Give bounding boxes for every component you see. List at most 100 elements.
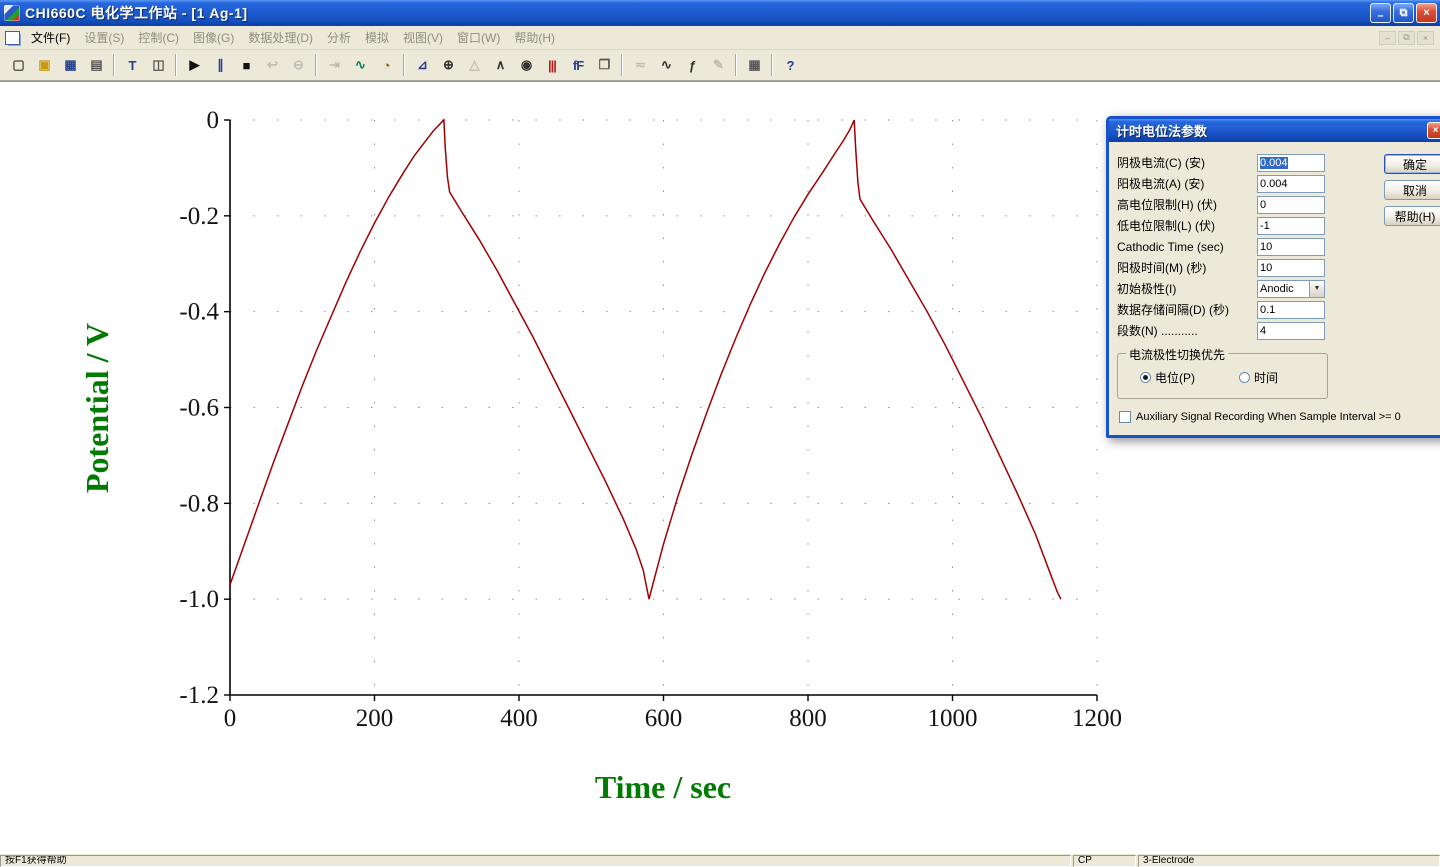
- save-icon[interactable]: ▦: [58, 53, 82, 77]
- sine-wave-icon[interactable]: ∿: [654, 53, 678, 77]
- close-button[interactable]: ×: [1416, 3, 1437, 23]
- menu-item[interactable]: 控制(C): [131, 26, 186, 49]
- toolbar-separator: [771, 54, 773, 76]
- x-tick-label: 600: [645, 705, 683, 732]
- checkbox-icon: [1119, 411, 1131, 423]
- radio-checked-icon: [1140, 372, 1151, 383]
- window-layout-icon[interactable]: ◫: [146, 53, 170, 77]
- menu-item[interactable]: 视图(V): [396, 26, 450, 49]
- zoom-icon[interactable]: ⊕: [436, 53, 460, 77]
- pause-icon[interactable]: ∥: [208, 53, 232, 77]
- menu-item[interactable]: 模拟: [358, 26, 396, 49]
- new-file-icon[interactable]: ▢: [6, 53, 30, 77]
- titlebar: CHI660C 电化学工作站 - [1 Ag-1] – ⧉ ×: [0, 0, 1440, 26]
- field-value: -1: [1260, 219, 1270, 232]
- field-input[interactable]: -1: [1257, 216, 1325, 235]
- field-value: 0.004: [1260, 177, 1288, 190]
- y-tick-label: 0: [207, 107, 220, 134]
- help-button[interactable]: 帮助(H): [1384, 206, 1440, 226]
- field-value: 10: [1260, 240, 1273, 253]
- open-file-icon[interactable]: ▣: [32, 53, 56, 77]
- field-input[interactable]: 0: [1257, 195, 1325, 214]
- dialog-titlebar[interactable]: 计时电位法参数 ×: [1109, 119, 1440, 142]
- dialog-close-button[interactable]: ×: [1427, 122, 1440, 139]
- menu-item[interactable]: 设置(S): [77, 26, 131, 49]
- field-input[interactable]: 10: [1257, 258, 1325, 277]
- dialog-buttons: 确定 取消 帮助(H): [1384, 154, 1440, 226]
- cell-control-icon: ⇥: [329, 57, 340, 72]
- minimize-button[interactable]: –: [1370, 3, 1391, 23]
- dialog-field-row: 阴极电流(C) (安) 0.004: [1117, 152, 1325, 173]
- toolbar-separator: [175, 54, 177, 76]
- run-experiment-icon[interactable]: ▶: [182, 53, 206, 77]
- field-input[interactable]: 0.004: [1257, 174, 1325, 193]
- menu-item[interactable]: 窗口(W): [450, 26, 507, 49]
- toolbar: ▢ ▣ ▦ ▤ T ◫ ▶ ∥ ■ ↩ ⊖ ⇥ ∿ ◔ ⊿ ⊕ △ ∧ ◉ ||| fF ❐ ≂ ∿ ƒ ✎ ▦?: [0, 50, 1440, 81]
- peak-definition-icon[interactable]: ∧: [488, 53, 512, 77]
- auxiliary-signal-checkbox[interactable]: Auxiliary Signal Recording When Sample I…: [1119, 411, 1401, 423]
- radio-row: 电位(P) 时间: [1140, 369, 1327, 386]
- field-label: 阳极电流(A) (安): [1117, 177, 1205, 191]
- field-input[interactable]: 10: [1257, 237, 1325, 256]
- font-size-icon[interactable]: fF: [566, 53, 590, 77]
- run-status-clock-icon[interactable]: ◔: [374, 53, 398, 77]
- radio-time[interactable]: 时间: [1239, 369, 1278, 386]
- menu-item[interactable]: 图像(G): [186, 26, 241, 49]
- special-plot-icon[interactable]: ◉: [514, 53, 538, 77]
- chevron-down-icon[interactable]: ▼: [1309, 280, 1324, 297]
- child-window-icon[interactable]: [5, 30, 20, 45]
- menu-item[interactable]: 文件(F): [24, 26, 77, 49]
- text-tool-icon[interactable]: T: [120, 53, 144, 77]
- x-tick-label: 800: [789, 705, 827, 732]
- print-icon[interactable]: ▤: [84, 53, 108, 77]
- x-tick-label: 0: [224, 705, 237, 732]
- cancel-button[interactable]: 取消: [1384, 180, 1440, 200]
- y-tick-label: -0.4: [179, 299, 219, 326]
- present-data-plot-icon[interactable]: ⊿: [410, 53, 434, 77]
- child-minimize-button[interactable]: –: [1379, 30, 1396, 45]
- polarity-switch-priority-group: 电流极性切换优先 电位(P) 时间: [1117, 346, 1328, 399]
- zero-current-icon: ⊖: [293, 57, 304, 72]
- dialog-field-row: 初始极性(I) Anodic ▼: [1117, 278, 1325, 299]
- radio-unchecked-icon: [1239, 372, 1250, 383]
- child-restore-button[interactable]: ⧉: [1398, 30, 1415, 45]
- field-value: 0.004: [1260, 156, 1288, 169]
- data-list-icon[interactable]: ▦: [742, 53, 766, 77]
- dialog-field-row: 段数(N) ........... 4: [1117, 320, 1325, 341]
- stop-icon[interactable]: ■: [234, 53, 258, 77]
- menubar: 文件(F) 设置(S) 控制(C) 图像(G) 数据处理(D) 分析 模拟 视图(V) 窗口(W…: [0, 26, 1440, 50]
- initial-polarity-select[interactable]: Anodic ▼: [1257, 279, 1325, 298]
- field-value: 4: [1260, 324, 1267, 337]
- ok-button[interactable]: 确定: [1384, 154, 1440, 174]
- toolbar-separator: [735, 54, 737, 76]
- context-help-icon[interactable]: ?: [778, 53, 802, 77]
- y-axis-title: Potential / V: [79, 323, 115, 493]
- radio-potential[interactable]: 电位(P): [1140, 369, 1195, 386]
- close-icon: ×: [1432, 125, 1439, 136]
- field-label: Cathodic Time (sec): [1117, 239, 1224, 254]
- frequency-wave-icon[interactable]: ƒ: [680, 53, 704, 77]
- reverse-scan-icon: ↩: [267, 57, 278, 72]
- field-label: 低电位限制(L) (伏): [1117, 219, 1215, 233]
- y-tick-label: -0.8: [179, 490, 219, 517]
- restore-button[interactable]: ⧉: [1393, 3, 1414, 23]
- x-tick-label: 200: [356, 705, 394, 732]
- statusbar: 按F1获得帮助 CP 3-Electrode: [0, 854, 1440, 867]
- field-label: 阴极电流(C) (安): [1117, 156, 1205, 170]
- color-map-icon[interactable]: |||: [540, 53, 564, 77]
- child-close-button[interactable]: ×: [1417, 30, 1434, 45]
- menu-item[interactable]: 帮助(H): [507, 26, 562, 49]
- menu-item[interactable]: 数据处理(D): [241, 26, 320, 49]
- x-tick-label: 1200: [1072, 705, 1122, 732]
- baseline-wave-icon: ≂: [635, 57, 646, 72]
- status-electrode-mode: 3-Electrode: [1138, 855, 1440, 867]
- copy-to-clipboard-icon[interactable]: ❐: [592, 53, 616, 77]
- smooth-wave-icon[interactable]: ∿: [348, 53, 372, 77]
- field-input[interactable]: 0.004: [1257, 153, 1325, 172]
- field-label: 初始极性(I): [1117, 282, 1177, 296]
- field-input[interactable]: 4: [1257, 321, 1325, 340]
- field-input[interactable]: 0.1: [1257, 300, 1325, 319]
- menu-item[interactable]: 分析: [320, 26, 358, 49]
- field-label: 高电位限制(H) (伏): [1117, 198, 1217, 212]
- y-tick-label: -1.0: [179, 586, 219, 613]
